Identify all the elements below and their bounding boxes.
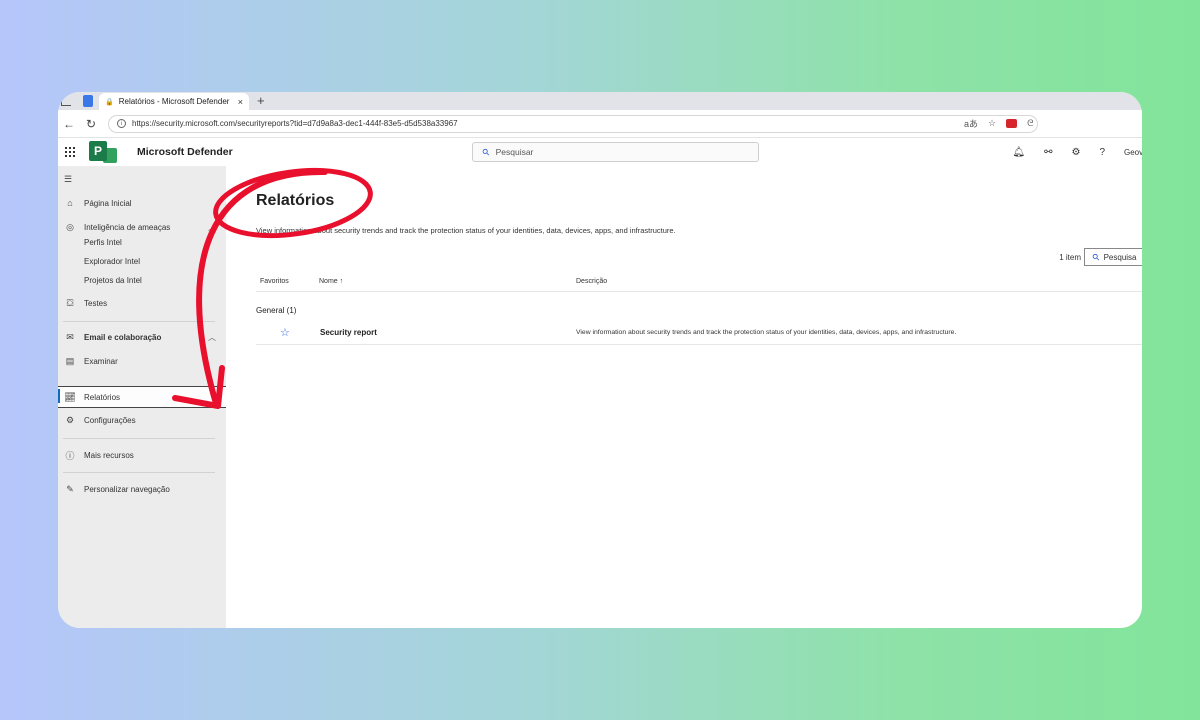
extension-icon[interactable] xyxy=(1006,119,1018,128)
address-bar[interactable]: i https://security.microsoft.com/securit… xyxy=(108,114,1038,133)
report-name[interactable]: Security report xyxy=(320,328,377,337)
copilot-icon[interactable]: ᘓ xyxy=(1027,118,1033,129)
item-count: 1 item xyxy=(1059,253,1081,262)
help-button[interactable]: ? xyxy=(1099,147,1105,158)
favorite-star-icon[interactable]: ☆ xyxy=(280,326,290,339)
chevron-up-icon: ︿ xyxy=(208,332,216,342)
sidebar-item-customize-nav[interactable]: ✎ Personalizar navegação xyxy=(58,480,226,498)
search-icon: ⚲ xyxy=(480,145,492,158)
page-title: Relatórios xyxy=(256,192,335,209)
chevron-up-icon: ︿ xyxy=(208,222,216,232)
app-header: P Microsoft Defender ⚲ Pesquisar 🔔︎ ⚯ ⚙ … xyxy=(58,138,1142,166)
sidebar-divider xyxy=(63,438,215,439)
url-text: https://security.microsoft.com/securityr… xyxy=(132,119,458,128)
sidebar-subitem-intel-explorer[interactable]: Explorador Intel xyxy=(84,255,140,269)
app-name: Microsoft Defender xyxy=(137,146,233,158)
tab-strip: 🔒 Relatórios - Microsoft Defender × + xyxy=(58,92,1142,110)
mail-icon: ✉ xyxy=(66,331,74,342)
sidebar-divider xyxy=(63,472,215,473)
home-icon: ⌂ xyxy=(67,198,73,208)
sidebar: ☰ ⌂ Página Inicial ◎ Inteligência de ame… xyxy=(58,166,226,628)
column-favorites[interactable]: Favoritos xyxy=(260,278,289,285)
settings-gear-icon[interactable]: ⚙ xyxy=(1071,147,1080,158)
sidebar-subitem-intel-projects[interactable]: Projetos da Intel xyxy=(84,274,142,288)
window-icon xyxy=(61,98,71,106)
new-tab-button[interactable]: + xyxy=(257,93,265,109)
search-placeholder: Pesquisar xyxy=(495,147,534,157)
global-search-input[interactable]: ⚲ Pesquisar xyxy=(472,142,759,162)
column-description[interactable]: Descrição xyxy=(576,278,607,285)
browser-window: 🔒 Relatórios - Microsoft Defender × + ← … xyxy=(58,92,1142,628)
site-info-icon[interactable]: i xyxy=(117,119,126,128)
hamburger-menu-icon[interactable]: ☰ xyxy=(64,174,72,185)
defender-logo: P xyxy=(89,141,117,163)
gear-icon: ⚙ xyxy=(65,414,75,425)
favorite-star-icon[interactable]: ☆ xyxy=(988,118,996,129)
group-header[interactable]: General (1) xyxy=(256,306,296,315)
pencil-icon: ✎ xyxy=(66,483,74,494)
sidebar-divider xyxy=(63,321,215,322)
back-icon[interactable]: ← xyxy=(58,117,80,131)
address-bar-actions: aあ ☆ ᘓ xyxy=(964,117,1033,130)
table-header: Favoritos Nome ↑ Descrição xyxy=(256,270,1142,292)
tests-icon: ⛋ xyxy=(66,297,74,308)
tab-title: Relatórios - Microsoft Defender xyxy=(118,97,230,106)
tab-favicon-icon: 🔒 xyxy=(105,98,114,106)
user-name[interactable]: Geov xyxy=(1124,148,1142,157)
page-description: View information about security trends a… xyxy=(256,226,676,235)
workspace-icon[interactable] xyxy=(83,95,93,107)
read-aloud-button[interactable]: aあ xyxy=(964,117,978,130)
sidebar-item-home[interactable]: ⌂ Página Inicial xyxy=(58,194,226,212)
sidebar-item-more-resources[interactable]: ⓘ Mais recursos xyxy=(58,446,226,464)
report-description: View information about security trends a… xyxy=(576,329,957,336)
chart-icon: 📈︎ xyxy=(64,391,76,402)
sidebar-item-tests[interactable]: ⛋ Testes xyxy=(58,294,226,312)
search-icon: ⚲ xyxy=(1090,250,1102,263)
sidebar-item-email-collab[interactable]: ✉ Email e colaboração ︿ xyxy=(58,328,226,346)
sidebar-item-reports[interactable]: 📈︎ Relatórios xyxy=(58,386,226,408)
sidebar-item-settings[interactable]: ⚙ Configurações xyxy=(58,411,226,429)
app-launcher-icon[interactable] xyxy=(65,147,75,157)
info-icon: ⓘ xyxy=(65,450,75,461)
column-name[interactable]: Nome ↑ xyxy=(319,278,343,285)
table-row[interactable]: ☆ Security report View information about… xyxy=(256,321,1142,345)
table-search-input[interactable]: ⚲ Pesquisa xyxy=(1084,248,1142,266)
header-actions: 🔔︎ ⚯ ⚙ ? Geov xyxy=(1012,138,1142,166)
address-bar-row: ← ↻ i https://security.microsoft.com/sec… xyxy=(58,110,1142,138)
notification-bell-icon[interactable]: 🔔︎ xyxy=(1012,147,1025,158)
sidebar-item-threat-intel[interactable]: ◎ Inteligência de ameaças ︿ xyxy=(58,218,226,236)
threat-intel-icon: ◎ xyxy=(66,221,74,232)
sidebar-subitem-intel-profiles[interactable]: Perfis Intel xyxy=(84,236,122,250)
tab-close-button[interactable]: × xyxy=(238,97,243,107)
browser-tab[interactable]: 🔒 Relatórios - Microsoft Defender × xyxy=(99,93,249,110)
review-icon: ▤ xyxy=(65,355,75,366)
main-content: Relatórios View information about securi… xyxy=(226,166,1142,628)
sidebar-item-review[interactable]: ▤ Examinar xyxy=(58,352,226,370)
connections-icon[interactable]: ⚯ xyxy=(1044,147,1052,158)
refresh-icon[interactable]: ↻ xyxy=(80,117,102,131)
